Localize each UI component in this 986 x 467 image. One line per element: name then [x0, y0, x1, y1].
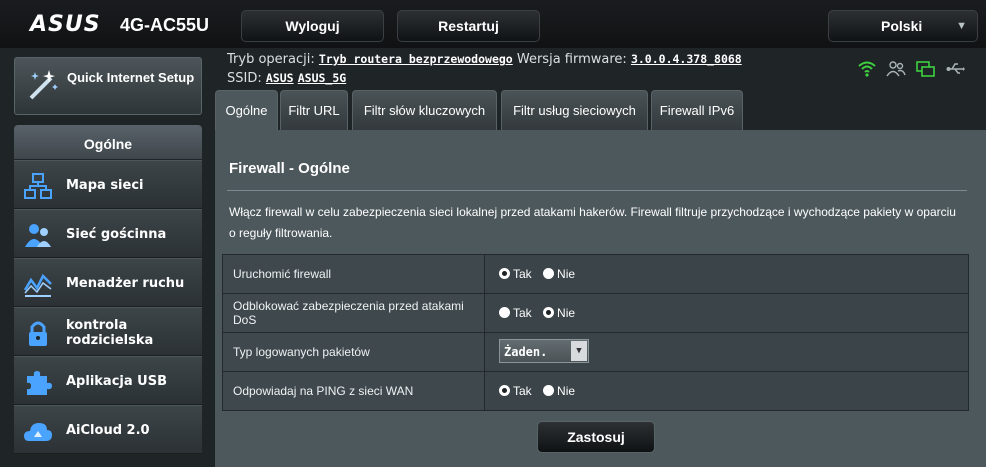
- table-row: Uruchomić firewall Tak Nie: [222, 254, 969, 294]
- usb-icon[interactable]: [946, 60, 966, 78]
- dos-protection-options: Tak Nie: [484, 293, 969, 333]
- apply-button[interactable]: Zastosuj: [537, 421, 655, 453]
- language-select[interactable]: Polski ▼: [828, 10, 978, 42]
- firewall-settings-table: Uruchomić firewall Tak Nie Odblokować za…: [222, 254, 969, 411]
- radio-label: Nie: [557, 306, 576, 320]
- table-row: Typ logowanych pakietów Żaden. ▼: [222, 332, 969, 372]
- logged-packets-select[interactable]: Żaden. ▼: [499, 338, 589, 363]
- operation-mode-label: Tryb operacji:: [227, 52, 315, 67]
- row-label-enable-firewall: Uruchomić firewall: [222, 254, 485, 294]
- ssid-link-2[interactable]: ASUS_5G: [298, 71, 346, 85]
- dos-protection-no-radio[interactable]: [543, 307, 555, 318]
- wifi-icon[interactable]: [858, 60, 876, 78]
- sidebar-item-guest-network[interactable]: Sieć gościnna: [14, 209, 202, 258]
- select-value: Żaden.: [504, 344, 548, 359]
- ssid-label: SSID:: [227, 71, 262, 86]
- quick-internet-setup-button[interactable]: Quick Internet Setup: [14, 57, 202, 115]
- sidebar-item-parental-control[interactable]: kontrola rodzicielska: [14, 307, 202, 356]
- firmware-label: Wersja firmware:: [516, 52, 627, 67]
- quick-setup-label: Quick Internet Setup: [67, 70, 195, 85]
- guest-network-icon: [25, 224, 51, 247]
- users-icon[interactable]: [886, 60, 906, 78]
- chevron-down-icon: ▼: [571, 340, 587, 361]
- ssid-link-1[interactable]: ASUS: [266, 71, 294, 85]
- sidebar-item-label: AiCloud 2.0: [66, 423, 150, 438]
- top-bar: ASUS 4G-AC55U Wyloguj Restartuj Polski ▼: [0, 0, 986, 48]
- sidebar-section-title: Ogólne: [14, 125, 202, 159]
- page-description: Włącz firewall w celu zabezpieczenia sie…: [229, 205, 956, 240]
- status-icons: [858, 60, 966, 78]
- enable-firewall-yes-radio[interactable]: [499, 268, 510, 279]
- traffic-manager-icon: [23, 273, 52, 297]
- logout-button[interactable]: Wyloguj: [241, 10, 384, 42]
- tab-firewall-ipv6[interactable]: Firewall IPv6: [651, 90, 743, 130]
- radio-label: Nie: [557, 384, 576, 398]
- dos-protection-yes-radio[interactable]: [499, 307, 510, 318]
- sidebar-item-usb-application[interactable]: Aplikacja USB: [14, 356, 202, 405]
- tab-keyword-filter[interactable]: Filtr słów kluczowych: [352, 90, 497, 130]
- radio-label: Tak: [513, 384, 532, 398]
- cloud-icon: [24, 423, 52, 441]
- sidebar-item-aicloud[interactable]: AiCloud 2.0: [14, 405, 202, 454]
- enable-firewall-options: Tak Nie: [484, 254, 969, 294]
- radio-label: Tak: [513, 267, 532, 281]
- chevron-down-icon: ▼: [956, 20, 967, 32]
- network-map-icon: [24, 173, 52, 199]
- magic-wand-icon: [29, 70, 58, 100]
- sidebar-item-label: Aplikacja USB: [66, 374, 167, 389]
- firmware-link[interactable]: 3.0.0.4.378_8068: [631, 52, 742, 66]
- table-row: Odpowiadaj na PING z sieci WAN Tak Nie: [222, 371, 969, 411]
- row-label-logged-packets: Typ logowanych pakietów: [222, 332, 485, 372]
- lock-icon: [29, 321, 47, 346]
- title-divider: [227, 190, 967, 191]
- network-icon[interactable]: [916, 60, 936, 78]
- puzzle-icon: [27, 371, 52, 395]
- operation-mode-link[interactable]: Tryb routera bezprzewodowego: [319, 52, 513, 66]
- table-row: Odblokować zabezpieczenia przed atakami …: [222, 293, 969, 333]
- model-name: 4G-AC55U: [120, 15, 210, 35]
- row-label-ping-wan: Odpowiadaj na PING z sieci WAN: [222, 371, 485, 411]
- page-title: Firewall - Ogólne: [229, 160, 350, 177]
- radio-label: Nie: [557, 267, 576, 281]
- sidebar-item-label: Menadżer ruchu: [66, 276, 185, 291]
- asus-logo: ASUS: [30, 12, 101, 37]
- tab-network-service-filter[interactable]: Filtr usług sieciowych: [501, 90, 648, 130]
- enable-firewall-no-radio[interactable]: [543, 268, 555, 279]
- language-value: Polski: [881, 18, 923, 34]
- sidebar-item-label: Mapa sieci: [66, 178, 144, 193]
- tab-general[interactable]: Ogólne: [215, 90, 278, 130]
- logged-packets-cell: Żaden. ▼: [484, 332, 969, 372]
- sidebar-item-label: Sieć gościnna: [66, 227, 167, 242]
- sidebar-item-traffic-manager[interactable]: Menadżer ruchu: [14, 258, 202, 307]
- row-label-dos-protection: Odblokować zabezpieczenia przed atakami …: [222, 293, 485, 333]
- radio-label: Tak: [513, 306, 532, 320]
- ping-wan-options: Tak Nie: [484, 371, 969, 411]
- tab-url-filter[interactable]: Filtr URL: [280, 90, 348, 130]
- restart-button[interactable]: Restartuj: [397, 10, 540, 42]
- ping-wan-yes-radio[interactable]: [499, 385, 510, 396]
- ping-wan-no-radio[interactable]: [543, 385, 555, 396]
- sidebar-item-label: kontrola rodzicielska: [66, 317, 154, 348]
- operation-mode-line: Tryb operacji: Tryb routera bezprzewodow…: [227, 52, 742, 67]
- ssid-line: SSID: ASUS ASUS_5G: [227, 71, 346, 86]
- sidebar-item-network-map[interactable]: Mapa sieci: [14, 160, 202, 209]
